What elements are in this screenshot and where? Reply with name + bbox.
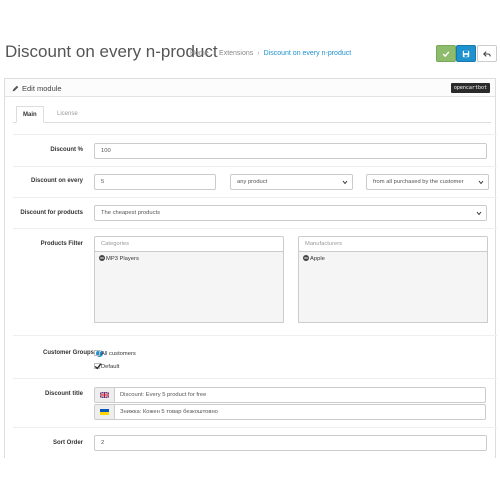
customer-group-option[interactable]: Default (94, 363, 119, 370)
list-item: MP3 Players (99, 255, 139, 262)
discount-title-input-en[interactable]: Discount: Every 5 product for free (94, 387, 486, 403)
uk-flag-icon (95, 388, 115, 402)
tab-main[interactable]: Main (16, 106, 44, 123)
checkbox[interactable] (94, 363, 102, 370)
chevron-down-icon (476, 211, 482, 216)
discount-for-products-label: Discount for products (20, 210, 83, 216)
discount-title-ua-value: Знижка: Кожен 5 товар безкоштовно (120, 409, 218, 415)
minus-circle-icon[interactable] (303, 255, 309, 261)
chevron-down-icon (342, 180, 348, 185)
back-button[interactable] (477, 45, 497, 62)
category-item-label: MP3 Players (106, 256, 139, 262)
customer-groups-label-text: Customer Groups (42, 350, 94, 356)
manufacturer-item-label: Apple (310, 256, 325, 262)
divider (13, 228, 497, 229)
manufacturers-input[interactable]: Manufacturers (298, 236, 488, 252)
save-stay-button[interactable] (456, 45, 476, 62)
breadcrumb-separator: › (212, 50, 216, 57)
categories-list: MP3 Players (94, 251, 284, 323)
discount-title-en-value: Discount: Every 5 product for free (120, 392, 207, 398)
check-icon (94, 363, 102, 370)
products-filter-label: Products Filter (40, 241, 83, 247)
tab-bar: Main License (13, 106, 491, 123)
divider (13, 134, 497, 135)
discount-title-input-ua[interactable]: Знижка: Кожен 5 товар безкоштовно (94, 404, 486, 420)
divider (13, 378, 497, 379)
breadcrumb-extensions[interactable]: Extensions (219, 50, 253, 57)
divider (13, 427, 497, 428)
reply-icon (483, 50, 491, 57)
floppy-disk-icon (462, 50, 470, 57)
breadcrumb: Home › Extensions › Discount on every n-prod… (190, 50, 351, 57)
save-button[interactable] (436, 45, 456, 62)
discount-for-products-select-value: The cheapest products (101, 210, 160, 216)
divider (13, 166, 497, 167)
check-icon (442, 50, 450, 57)
chevron-down-icon (478, 180, 484, 185)
discount-for-products-select[interactable]: The cheapest products (94, 205, 487, 221)
customer-group-label: All customers (101, 351, 136, 357)
product-type-select[interactable]: any product (230, 174, 353, 190)
page-title: Discount on every n-product (5, 42, 218, 61)
sort-order-label: Sort Order (52, 440, 83, 446)
list-item: Apple (303, 255, 325, 262)
panel-title: Edit module (12, 84, 62, 93)
page-header: Discount on every n-product Home › Extensi… (0, 40, 500, 68)
discount-title-label: Discount title (44, 391, 83, 397)
breadcrumb-current[interactable]: Discount on every n-product (264, 50, 352, 57)
sort-order-input[interactable]: 2 (94, 435, 487, 451)
panel-title-text: Edit module (22, 84, 62, 93)
opencartbot-badge: opencartbot (450, 83, 490, 93)
pencil-icon (12, 85, 19, 92)
purchase-scope-select[interactable]: from all purchased by the customer (366, 174, 489, 190)
customer-group-label: Default (101, 364, 120, 370)
purchase-scope-select-value: from all purchased by the customer (373, 179, 464, 185)
product-type-select-value: any product (237, 179, 268, 185)
discount-on-every-label: Discount on every (30, 178, 83, 184)
minus-circle-icon[interactable] (99, 255, 105, 261)
panel-heading: Edit module opencartbot (5, 79, 495, 97)
discount-percent-input[interactable]: 100 (94, 143, 487, 159)
manufacturers-list: Apple (298, 251, 488, 323)
ua-flag-icon (95, 405, 115, 419)
divider (13, 197, 497, 198)
discount-on-every-input[interactable]: 5 (94, 174, 216, 190)
categories-input[interactable]: Categories (94, 236, 284, 252)
breadcrumb-home[interactable]: Home (190, 50, 209, 57)
customer-group-option[interactable]: All customers (94, 350, 136, 357)
divider (13, 335, 497, 336)
tab-license[interactable]: License (51, 106, 84, 123)
edit-module-panel: Edit module opencartbot Main License Dis… (4, 78, 497, 458)
checkbox[interactable] (94, 350, 100, 356)
discount-percent-label: Discount % (50, 147, 83, 153)
breadcrumb-separator: › (257, 50, 260, 57)
